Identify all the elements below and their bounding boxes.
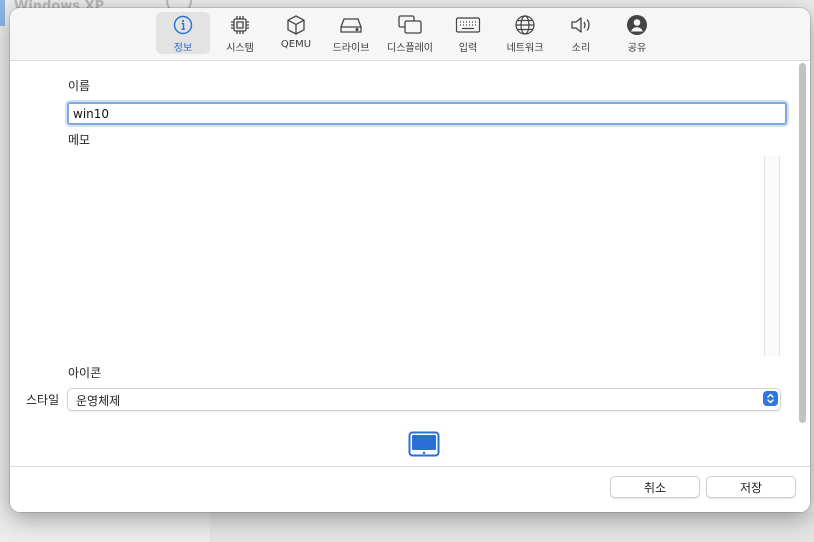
tab-sharing-label: 공유 <box>627 43 647 54</box>
info-panel: 이름 메모 아이콘 스타일 운영체제 <box>10 61 810 466</box>
scrollbar-thumb[interactable] <box>799 63 806 423</box>
background-window-title: Windows XP <box>14 0 105 8</box>
globe-icon <box>514 14 536 36</box>
memo-scrollbar[interactable] <box>764 156 780 356</box>
cancel-button[interactable]: 취소 <box>610 476 700 498</box>
tab-sound-label: 소리 <box>571 43 591 54</box>
style-select-value: 운영체제 <box>76 394 121 408</box>
sheet-footer: 취소 저장 <box>10 466 810 512</box>
tab-qemu-label: QEMU <box>280 39 312 50</box>
tab-info-label: 정보 <box>173 43 193 54</box>
tab-qemu[interactable]: QEMU <box>269 12 323 54</box>
memo-textarea[interactable] <box>67 156 783 360</box>
save-button[interactable]: 저장 <box>706 476 796 498</box>
vertical-scrollbar[interactable] <box>797 63 807 461</box>
speaker-icon <box>569 14 593 36</box>
tab-info[interactable]: 정보 <box>156 12 210 54</box>
tab-network[interactable]: 네트워크 <box>498 12 552 54</box>
tab-display[interactable]: 디스플레이 <box>383 12 437 54</box>
tab-display-label: 디스플레이 <box>387 43 433 54</box>
settings-toolbar: 정보 시스템 QEMU 드라이브 디스플레이 입력 네트워크 소리 공유 <box>10 8 810 61</box>
keyboard-icon <box>455 14 481 36</box>
tab-system[interactable]: 시스템 <box>213 12 267 54</box>
style-select[interactable]: 운영체제 <box>67 388 781 411</box>
tab-input-label: 입력 <box>458 43 478 54</box>
tab-network-label: 네트워크 <box>506 43 544 54</box>
cpu-icon <box>229 14 251 36</box>
info-icon <box>173 14 193 36</box>
tab-sound[interactable]: 소리 <box>554 12 608 54</box>
name-label: 이름 <box>68 79 91 93</box>
cube-icon <box>285 14 307 36</box>
tab-sharing[interactable]: 공유 <box>610 12 664 54</box>
background-selection-bar <box>0 0 5 26</box>
style-label: 스타일 <box>26 393 60 407</box>
name-input[interactable] <box>67 102 787 125</box>
tab-drives-label: 드라이브 <box>332 43 370 54</box>
tab-input[interactable]: 입력 <box>441 12 495 54</box>
background-panel <box>210 512 814 542</box>
icon-section-label: 아이콘 <box>68 366 102 380</box>
vm-settings-sheet: 정보 시스템 QEMU 드라이브 디스플레이 입력 네트워크 소리 공유 이름 … <box>10 8 810 512</box>
display-icon <box>397 14 423 36</box>
memo-label: 메모 <box>68 133 91 147</box>
person-icon <box>626 14 648 36</box>
tab-drives[interactable]: 드라이브 <box>324 12 378 54</box>
chevron-up-down-icon <box>763 391 778 406</box>
tab-system-label: 시스템 <box>226 43 254 54</box>
os-icon[interactable] <box>408 431 440 463</box>
drive-icon <box>339 14 363 36</box>
